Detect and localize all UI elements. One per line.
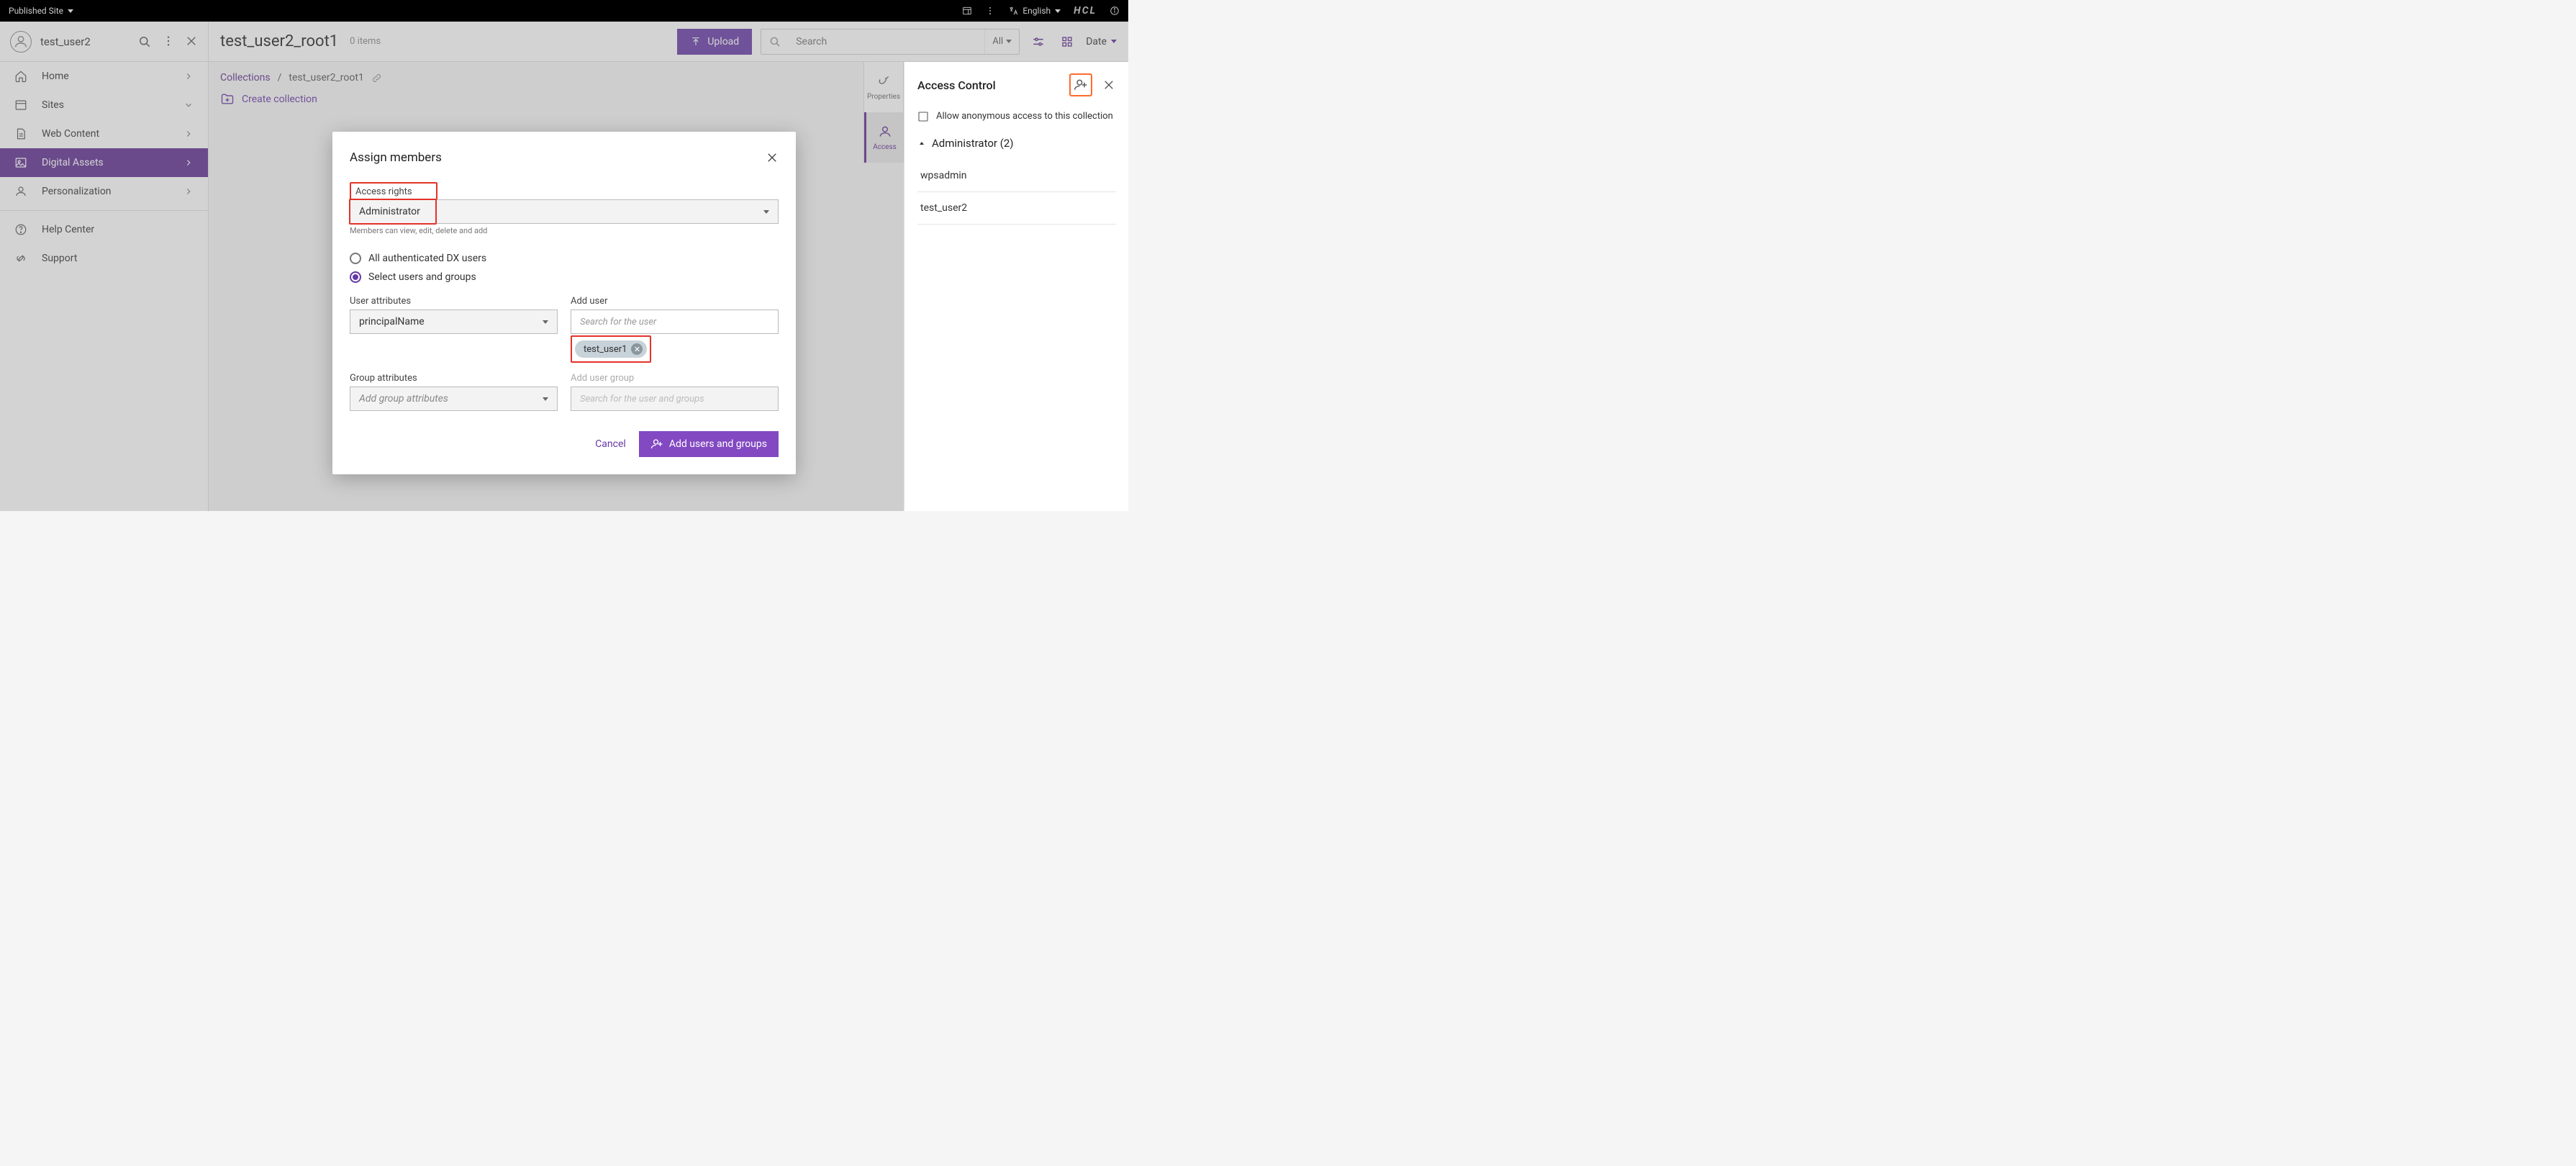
close-icon[interactable]	[766, 151, 779, 164]
chevron-down-icon	[763, 210, 769, 214]
add-user-input[interactable]: Search for the user	[571, 309, 779, 334]
access-rights-label: Access rights	[355, 186, 432, 197]
radio-all-users[interactable]: All authenticated DX users	[350, 253, 779, 264]
modal-backdrop: Assign members Access rights Administrat…	[0, 0, 1128, 511]
add-group-label: Add user group	[571, 373, 779, 384]
group-attr-label: Group attributes	[350, 373, 558, 384]
assign-members-modal: Assign members Access rights Administrat…	[332, 132, 796, 474]
group-attr-select[interactable]: Add group attributes	[350, 387, 558, 411]
add-group-input: Search for the user and groups	[571, 387, 779, 411]
cancel-button[interactable]: Cancel	[595, 438, 626, 450]
radio-icon	[350, 253, 361, 264]
modal-title: Assign members	[350, 150, 442, 165]
user-chip[interactable]: test_user1 ✕	[575, 340, 647, 358]
chevron-down-icon	[543, 397, 548, 401]
radio-icon	[350, 271, 361, 283]
chevron-down-icon	[543, 320, 548, 324]
chip-remove-icon[interactable]: ✕	[631, 343, 643, 355]
user-attr-select[interactable]: principalName	[350, 309, 558, 334]
radio-select-users[interactable]: Select users and groups	[350, 271, 779, 283]
add-users-groups-button[interactable]: Add users and groups	[639, 431, 779, 457]
add-user-label: Add user	[571, 296, 779, 307]
user-attr-label: User attributes	[350, 296, 558, 307]
access-rights-select[interactable]: Administrator	[350, 199, 779, 224]
access-rights-helper: Members can view, edit, delete and add	[350, 226, 779, 235]
